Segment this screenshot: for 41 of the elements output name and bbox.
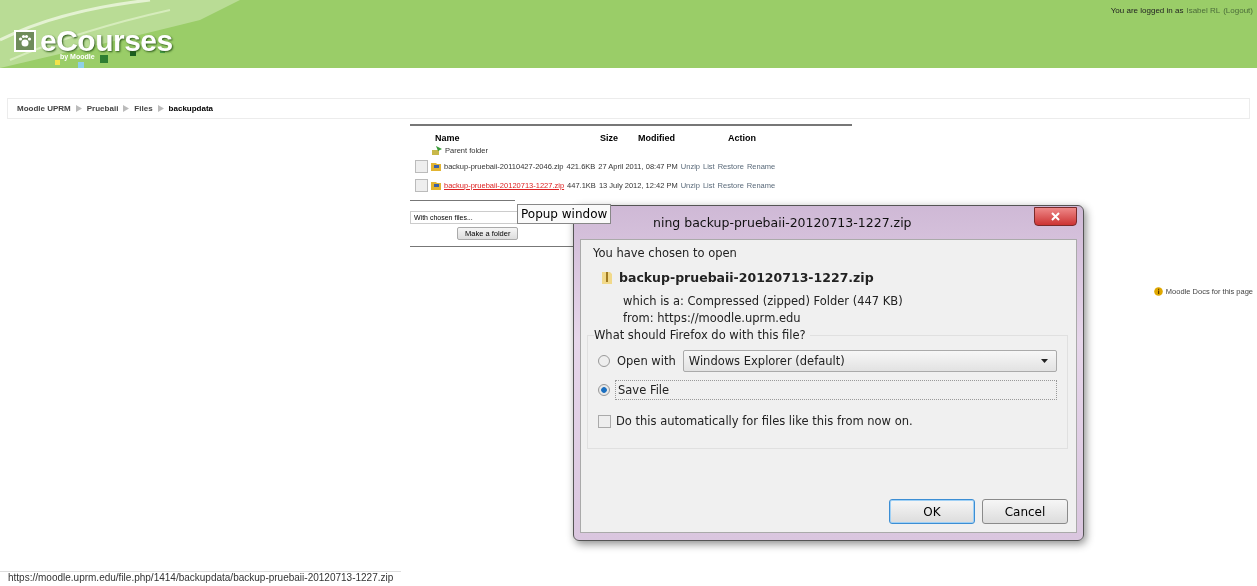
close-button[interactable] <box>1034 207 1077 226</box>
close-icon <box>1051 212 1060 221</box>
option-label[interactable]: Save File <box>615 380 1057 400</box>
separator-icon <box>123 105 130 112</box>
column-header: Size <box>600 133 619 143</box>
file-source-text: from: https://moodle.uprm.edu <box>623 311 802 325</box>
column-header: Modified <box>638 133 676 143</box>
radio-button[interactable] <box>598 355 610 367</box>
separator-icon <box>75 105 82 112</box>
caret-icon <box>1041 359 1048 363</box>
column-header: Action <box>728 133 757 143</box>
intro-text: You have chosen to open <box>593 246 738 260</box>
dialog-title: ning backup-pruebaii-20120713-1227.zip <box>653 215 912 230</box>
breadcrumb-item: backupdata <box>168 104 214 113</box>
folder-up-icon <box>432 145 442 155</box>
breadcrumb-item[interactable]: Pruebaii <box>86 104 119 113</box>
app-dropdown[interactable]: Windows Explorer (default) <box>682 350 1057 372</box>
user-link[interactable]: Isabel RL <box>1186 6 1221 15</box>
breadcrumb-item[interactable]: Files <box>134 104 153 113</box>
checkbox-label: Do this automatically for files like this from now on. <box>616 414 913 428</box>
status-url: https://moodle.uprm.edu/file.php/1414/backupdata/backup-pruebaii-20120713-1227.zip <box>0 571 402 586</box>
info-icon <box>1153 287 1163 296</box>
group-label: What should Firefox do with this file? <box>594 328 810 342</box>
tooltip: Popup window <box>517 204 612 224</box>
dialog-button[interactable]: Cancel <box>982 499 1068 524</box>
zip-file-icon <box>431 181 441 190</box>
paw-icon <box>14 30 36 52</box>
zip-file-icon <box>431 162 441 171</box>
row-checkbox[interactable] <box>415 160 428 173</box>
separator-icon <box>157 105 164 112</box>
checkbox[interactable] <box>598 414 611 428</box>
dialog-filename: backup-pruebaii-20120713-1227.zip <box>619 270 874 285</box>
file-type-text: which is a: Compressed (zipped) Folder (447 KB) <box>623 294 904 308</box>
breadcrumb-item[interactable]: Moodle UPRM <box>17 104 71 113</box>
row-checkbox[interactable] <box>415 179 428 192</box>
dialog-button[interactable]: OK <box>889 499 975 524</box>
radio-button[interactable] <box>598 384 610 396</box>
zip-file-icon <box>601 270 613 285</box>
login-text: You are logged in as <box>1110 6 1184 15</box>
option-label[interactable]: Open with <box>615 352 678 370</box>
column-header: Name <box>435 133 461 143</box>
